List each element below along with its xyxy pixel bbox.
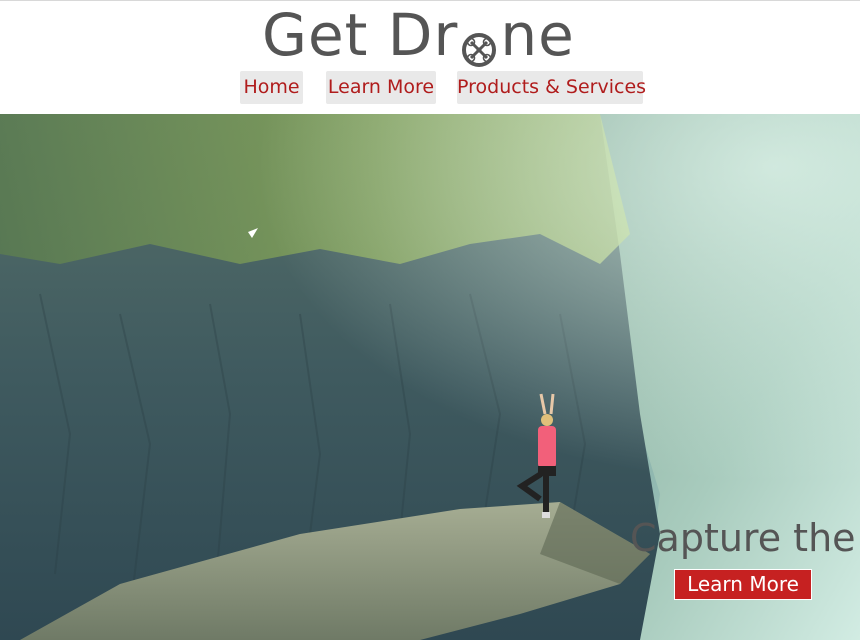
nav-home[interactable]: Home [240, 71, 303, 104]
hero: Capture the Learn More [0, 114, 860, 640]
logo-text-end: ne [500, 1, 575, 69]
logo-text-start: Get Dr [262, 1, 459, 69]
logo[interactable]: Get Dr ne [262, 3, 575, 67]
page: Get Dr ne Home Learn More Products & Ser… [0, 0, 860, 640]
hero-image [0, 114, 860, 640]
nav-products-services[interactable]: Products & Services [457, 71, 646, 104]
learn-more-button[interactable]: Learn More [674, 569, 812, 600]
site-header: Get Dr ne Home Learn More Products & Ser… [0, 0, 860, 114]
hero-caption: Capture the [630, 516, 856, 560]
nav-learn-more[interactable]: Learn More [326, 71, 436, 104]
drone-propeller-icon [459, 18, 499, 67]
main-nav: Home Learn More Products & Services [0, 71, 860, 105]
